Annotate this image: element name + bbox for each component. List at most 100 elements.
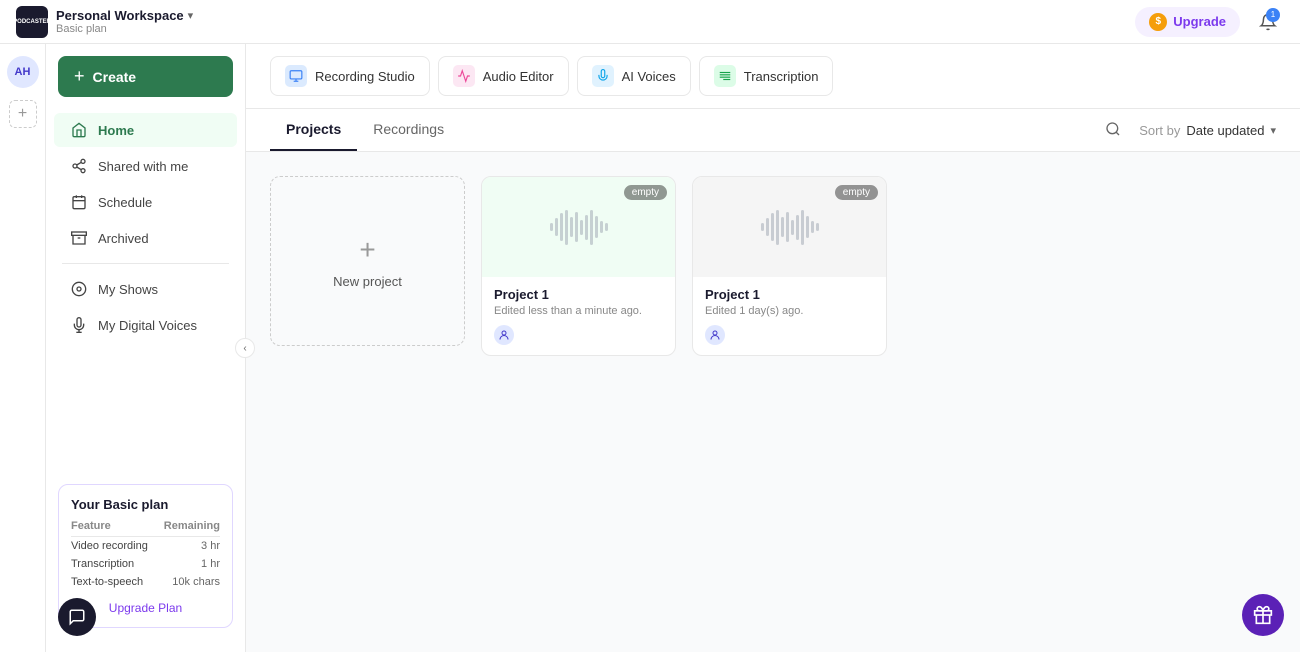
calendar-icon [70,193,88,211]
sidebar-item-digitalvoices-label: My Digital Voices [98,318,197,333]
workspace-info[interactable]: Personal Workspace ▾ Basic plan [56,8,193,35]
search-icon [1105,121,1121,137]
plan-row: Transcription1 hr [71,555,220,573]
tabs-row: Projects Recordings Sort by Date updated… [246,109,1300,152]
coin-icon: $ [1149,13,1167,31]
gift-icon [1253,605,1273,625]
card-avatar-1 [494,325,514,345]
sidebar-narrow: AH + [0,44,46,652]
upgrade-button[interactable]: $ Upgrade [1135,7,1240,37]
sidebar-collapse-button[interactable]: ‹ [235,338,255,358]
sidebar-item-home[interactable]: Home [54,113,237,147]
plan-title: Your Basic plan [71,497,220,512]
transcription-button[interactable]: Transcription [699,56,834,96]
projects-grid: + New project [246,152,1300,380]
tabs: Projects Recordings [270,109,460,151]
card-subtitle-2: Edited 1 day(s) ago. [705,305,874,317]
recording-studio-label: Recording Studio [315,69,415,84]
workspace-title: Personal Workspace [56,8,184,23]
transcription-icon [714,65,736,87]
notif-badge: 1 [1266,8,1280,22]
plan-remaining: 1 hr [157,555,220,573]
sidebar-item-shared-label: Shared with me [98,159,188,174]
home-icon [70,121,88,139]
nav-divider [62,263,229,264]
card-badge-1: empty [624,185,667,200]
sort-label: Sort by [1139,123,1180,138]
topbar: PODCASTER Personal Workspace ▾ Basic pla… [0,0,1300,44]
chat-widget-button[interactable] [58,598,96,636]
audio-editor-label: Audio Editor [483,69,554,84]
sidebar-item-myshows-label: My Shows [98,282,158,297]
upgrade-label: Upgrade [1173,14,1226,29]
share-icon [70,157,88,175]
sort-chevron-icon: ▾ [1270,124,1276,137]
plan-table: Feature Remaining Video recording3 hrTra… [71,520,220,591]
card-info-1: Project 1 Edited less than a minute ago. [482,277,675,355]
shows-icon [70,280,88,298]
card-title-2: Project 1 [705,287,874,302]
sort-row: Sort by Date updated ▾ [1101,117,1276,144]
card-info-2: Project 1 Edited 1 day(s) ago. [693,277,886,355]
plan-row: Text-to-speech10k chars [71,573,220,591]
search-button[interactable] [1101,117,1125,144]
sidebar-item-schedule-label: Schedule [98,195,152,210]
recording-studio-button[interactable]: Recording Studio [270,56,430,96]
chat-icon [68,608,86,626]
card-thumb-2: empty [693,177,886,277]
plan-feature: Video recording [71,537,157,556]
new-project-card[interactable]: + New project [270,176,465,346]
sidebar-item-home-label: Home [98,123,134,138]
card-avatar-2 [705,325,725,345]
add-workspace-button[interactable]: + [9,100,37,128]
topbar-right: $ Upgrade 1 [1135,6,1284,38]
card-title-1: Project 1 [494,287,663,302]
sidebar-item-myshows[interactable]: My Shows [54,272,237,306]
plan-remaining: 3 hr [157,537,220,556]
sidebar-item-schedule[interactable]: Schedule [54,185,237,219]
sidebar-item-digitalvoices[interactable]: My Digital Voices [54,308,237,342]
sort-value: Date updated [1186,123,1264,138]
topbar-left: PODCASTER Personal Workspace ▾ Basic pla… [16,6,193,38]
workspace-chevron-icon: ▾ [188,9,194,22]
recording-studio-icon [285,65,307,87]
tab-projects[interactable]: Projects [270,109,357,151]
plan-col-remaining: Remaining [157,520,220,537]
archive-icon [70,229,88,247]
tab-recordings[interactable]: Recordings [357,109,460,151]
card-subtitle-1: Edited less than a minute ago. [494,305,663,317]
plus-icon: + [18,105,27,123]
card-badge-2: empty [835,185,878,200]
waveform-1 [550,207,608,247]
ai-voices-icon [592,65,614,87]
audio-editor-icon [453,65,475,87]
create-button[interactable]: + Create [58,56,233,97]
notification-button[interactable]: 1 [1252,6,1284,38]
voice-icon [70,316,88,334]
logo: PODCASTER [16,6,48,38]
plan-remaining: 10k chars [157,573,220,591]
sidebar-item-shared[interactable]: Shared with me [54,149,237,183]
nav-section-main: Home Shared with me Schedule Archived [46,113,245,472]
content-area: Recording Studio Audio Editor AI Voices … [246,44,1300,652]
audio-editor-button[interactable]: Audio Editor [438,56,569,96]
create-label: Create [93,69,137,85]
workspace-subtitle: Basic plan [56,23,193,35]
plan-col-feature: Feature [71,520,157,537]
main-layout: AH + + Create Home Shared with me [0,44,1300,652]
project-card-1[interactable]: empty Project 1 Edited less than a minut… [481,176,676,356]
avatar[interactable]: AH [7,56,39,88]
project-card-2[interactable]: empty Project 1 Edited 1 day(s) ago. [692,176,887,356]
gift-widget-button[interactable] [1242,594,1284,636]
sidebar-item-archived-label: Archived [98,231,149,246]
ai-voices-label: AI Voices [622,69,676,84]
plan-feature: Text-to-speech [71,573,157,591]
sidebar-item-archived[interactable]: Archived [54,221,237,255]
plan-row: Video recording3 hr [71,537,220,556]
content-toolbar: Recording Studio Audio Editor AI Voices … [246,44,1300,109]
card-thumb-1: empty [482,177,675,277]
waveform-2 [761,207,819,247]
create-plus-icon: + [74,66,85,87]
ai-voices-button[interactable]: AI Voices [577,56,691,96]
plan-feature: Transcription [71,555,157,573]
